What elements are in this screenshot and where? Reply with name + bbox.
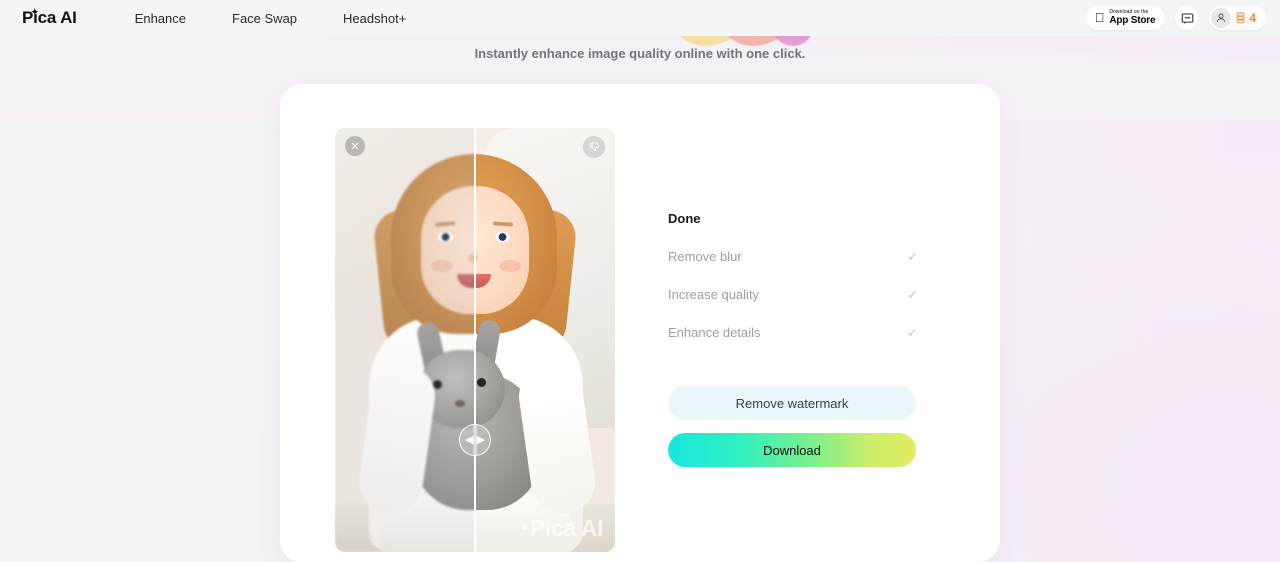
logo[interactable]: ✦ Pica AI — [22, 8, 83, 28]
app-store-button[interactable]:  Download on the App Store — [1085, 6, 1166, 30]
chat-button[interactable] — [1175, 6, 1200, 30]
image-compare-viewer[interactable]: ◀ ▶ ✕ ✦ Pica AI — [335, 128, 615, 552]
enhanced-image-half — [475, 128, 615, 552]
task-label-remove-blur: Remove blur — [668, 249, 742, 264]
check-icon: ✓ — [907, 287, 918, 302]
original-image-half — [335, 128, 475, 552]
task-row: Enhance details ✓ — [668, 325, 918, 340]
main-nav: Enhance Face Swap Headshot+ — [135, 11, 407, 26]
page-tagline: Instantly enhance image quality online w… — [474, 46, 806, 61]
task-label-enhance-details: Enhance details — [668, 325, 761, 340]
download-button[interactable]: Download — [668, 433, 916, 467]
credits-count: 4 — [1249, 11, 1256, 25]
chevron-right-icon: ▶ — [476, 433, 485, 446]
panel-title: Done — [668, 211, 701, 226]
check-icon: ✓ — [907, 249, 918, 264]
status-panel: Done Remove blur ✓ Increase quality ✓ En… — [668, 128, 918, 340]
user-credits-chip[interactable]: 4 — [1209, 6, 1266, 30]
thumbs-down-icon — [589, 141, 599, 151]
chat-bubble-icon — [1181, 13, 1194, 24]
header-actions:  Download on the App Store — [1085, 6, 1266, 30]
eye-left — [438, 232, 453, 242]
rabbit-eye-right — [477, 378, 486, 387]
app-store-large-text: App Store — [1109, 15, 1156, 26]
compare-divider — [474, 128, 476, 552]
apple-icon:  — [1095, 11, 1105, 24]
cheek-right — [499, 260, 521, 272]
nav-item-headshot-plus[interactable]: Headshot+ — [343, 11, 406, 26]
task-label-increase-quality: Increase quality — [668, 287, 760, 302]
sparkle-icon: ✦ — [31, 7, 39, 17]
task-row: Increase quality ✓ — [668, 287, 918, 302]
avatar — [1211, 8, 1232, 28]
action-buttons: Remove watermark Download — [668, 386, 916, 467]
cheek-left — [431, 260, 453, 272]
chevron-left-icon: ◀ — [465, 433, 474, 446]
coin-stack-icon — [1236, 12, 1246, 24]
remove-watermark-button[interactable]: Remove watermark — [668, 386, 916, 420]
nav-item-enhance[interactable]: Enhance — [135, 11, 186, 26]
credits: 4 — [1235, 11, 1256, 25]
enhanced-image — [475, 128, 615, 552]
rabbit-eye-left — [433, 380, 442, 389]
close-icon: ✕ — [350, 140, 360, 153]
close-button[interactable]: ✕ — [345, 136, 365, 156]
eye-right — [495, 232, 510, 242]
rabbit-nose — [455, 400, 465, 407]
task-row: Remove blur ✓ — [668, 249, 918, 264]
check-icon: ✓ — [907, 325, 918, 340]
feedback-button[interactable] — [583, 136, 605, 158]
app-store-label: Download on the App Store — [1109, 10, 1155, 26]
nav-item-face-swap[interactable]: Face Swap — [232, 11, 297, 26]
original-image — [335, 128, 475, 552]
user-avatar-icon — [1217, 13, 1226, 22]
editor-card: ◀ ▶ ✕ ✦ Pica AI Done Remove blur ✓ Incre… — [280, 84, 1000, 562]
compare-slider-handle[interactable]: ◀ ▶ — [459, 424, 491, 456]
app-header: ✦ Pica AI Enhance Face Swap Headshot+  … — [0, 0, 1280, 36]
